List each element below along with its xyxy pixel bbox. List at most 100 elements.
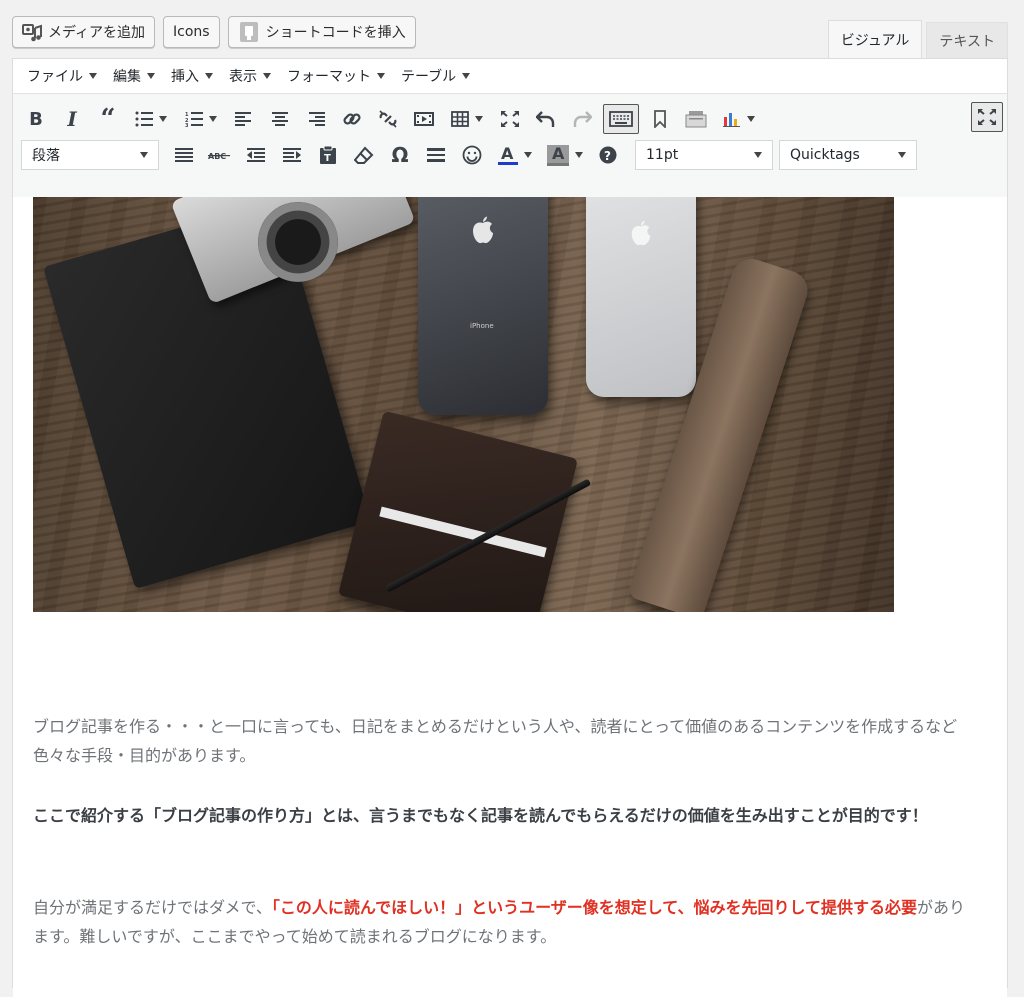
insert-shortcode-label: ショートコードを挿入 <box>265 25 406 41</box>
bold-button[interactable]: B <box>21 104 51 134</box>
redo-icon <box>573 111 592 127</box>
table-icon <box>451 111 469 127</box>
apple-logo-icon <box>631 220 651 246</box>
svg-text:A: A <box>552 144 565 163</box>
media-music-icon <box>22 24 42 42</box>
editor-content-area[interactable]: iPhone ブログ記事を作る・・・と一口に言っても、日記をまとめるだけという人… <box>13 197 1007 997</box>
background-color-button[interactable]: A <box>543 140 587 170</box>
fullscreen-button[interactable] <box>971 102 1003 132</box>
paragraph-intro: ブログ記事を作る・・・と一口に言っても、日記をまとめるだけという人や、読者にとっ… <box>33 717 958 765</box>
menu-file-label: ファイル <box>27 69 83 85</box>
chart-button[interactable] <box>717 104 761 134</box>
shortcode-icon <box>239 22 258 42</box>
chevron-down-icon <box>524 152 532 158</box>
redo-button[interactable] <box>567 104 597 134</box>
text-color-button[interactable]: A <box>493 140 537 170</box>
distraction-free-button[interactable] <box>495 104 525 134</box>
align-right-button[interactable] <box>301 104 331 134</box>
toolbar-toggle-button[interactable] <box>603 104 639 134</box>
chevron-down-icon <box>475 116 483 122</box>
paste-as-text-button[interactable]: T <box>313 140 343 170</box>
paragraph-user-persona: 自分が満足するだけではダメで、「この人に読んでほしい！」というユーザー像を想定し… <box>33 893 973 951</box>
italic-button[interactable]: I <box>57 104 87 134</box>
remove-link-button[interactable] <box>373 104 403 134</box>
emoticons-button[interactable] <box>457 140 487 170</box>
tab-text[interactable]: テキスト <box>926 22 1008 58</box>
bookmark-icon <box>654 110 666 128</box>
bullet-list-button[interactable] <box>129 104 173 134</box>
clipboard-icon: T <box>320 145 336 164</box>
menu-format-label: フォーマット <box>287 69 371 85</box>
svg-text:T: T <box>324 153 331 164</box>
desk-photo-image[interactable]: iPhone <box>33 197 894 612</box>
special-character-button[interactable]: Ω <box>385 140 415 170</box>
help-button[interactable]: ? <box>593 140 623 170</box>
blockquote-button[interactable]: “ <box>93 104 123 134</box>
indent-button[interactable] <box>277 140 307 170</box>
toolbar-row-2: 段落 ABC T Ω A A ? 11pt Quicktags <box>21 136 917 174</box>
fullscreen-icon <box>978 109 996 125</box>
menu-insert[interactable]: 挿入 <box>163 66 221 86</box>
align-left-button[interactable] <box>229 104 259 134</box>
horizontal-line-button[interactable] <box>421 140 451 170</box>
expand-arrows-icon <box>501 111 519 127</box>
highlighted-text: 「この人に読んでほしい！」というユーザー像を想定して、悩みを先回りして提供する必… <box>271 898 918 917</box>
format-select[interactable]: 段落 <box>21 140 159 170</box>
menu-view-label: 表示 <box>229 69 257 85</box>
align-center-icon <box>272 112 288 126</box>
outdent-icon <box>247 148 265 162</box>
insert-link-button[interactable] <box>337 104 367 134</box>
menu-insert-label: 挿入 <box>171 69 199 85</box>
menu-table[interactable]: テーブル <box>393 66 478 86</box>
font-size-select[interactable]: 11pt <box>635 140 773 170</box>
strikethrough-button[interactable]: ABC <box>205 140 235 170</box>
clear-formatting-button[interactable] <box>349 140 379 170</box>
add-media-label: メディアを追加 <box>48 25 146 41</box>
menu-file[interactable]: ファイル <box>19 66 105 86</box>
toolbar-row-1: B I “ 123 <box>21 100 767 138</box>
chevron-down-icon <box>747 116 755 122</box>
indent-icon <box>283 148 301 162</box>
align-center-button[interactable] <box>265 104 295 134</box>
editor-toolbar: B I “ 123 段落 ABC T Ω A A ? 11pt Quicktag… <box>13 94 1007 199</box>
bullet-list-icon <box>135 111 153 127</box>
chevron-down-icon <box>898 152 906 158</box>
horizontal-line-icon <box>427 148 445 162</box>
card-holder-shape <box>337 410 579 612</box>
insert-media-button[interactable] <box>409 104 439 134</box>
menu-table-label: テーブル <box>401 69 457 85</box>
undo-button[interactable] <box>531 104 561 134</box>
tab-visual[interactable]: ビジュアル <box>827 20 923 58</box>
chevron-down-icon <box>159 116 167 122</box>
bookmark-button[interactable] <box>645 104 675 134</box>
menu-edit[interactable]: 編集 <box>105 66 163 86</box>
quicktags-select[interactable]: Quicktags <box>779 140 917 170</box>
font-color-icon: A <box>498 144 518 165</box>
template-icon <box>685 111 707 128</box>
strikethrough-icon: ABC <box>208 152 230 161</box>
outdent-button[interactable] <box>241 140 271 170</box>
chevron-down-icon <box>754 152 762 158</box>
keyboard-icon <box>609 111 633 127</box>
svg-text:3: 3 <box>185 123 189 127</box>
paragraph-text-before: 自分が満足するだけではダメで、 <box>33 898 272 917</box>
icons-button[interactable]: Icons <box>163 16 220 48</box>
editor-tabs: ビジュアル テキスト <box>827 20 1008 58</box>
justify-button[interactable] <box>169 140 199 170</box>
justify-icon <box>175 148 193 162</box>
insert-shortcode-button[interactable]: ショートコードを挿入 <box>227 16 416 48</box>
help-icon: ? <box>599 146 617 164</box>
silver-phone-shape <box>586 197 696 397</box>
numbered-list-icon: 123 <box>185 112 203 127</box>
insert-template-button[interactable] <box>681 104 711 134</box>
menu-format[interactable]: フォーマット <box>279 66 393 86</box>
numbered-list-button[interactable]: 123 <box>179 104 223 134</box>
camera-lens-shape <box>258 202 338 282</box>
align-left-icon <box>235 112 251 126</box>
menu-view[interactable]: 表示 <box>221 66 279 86</box>
table-button[interactable] <box>445 104 489 134</box>
add-media-button[interactable]: メディアを追加 <box>12 16 156 48</box>
icons-label: Icons <box>173 24 210 40</box>
menu-bar: ファイル 編集 挿入 表示 フォーマット テーブル <box>13 59 1007 94</box>
italic-icon: I <box>67 107 77 131</box>
